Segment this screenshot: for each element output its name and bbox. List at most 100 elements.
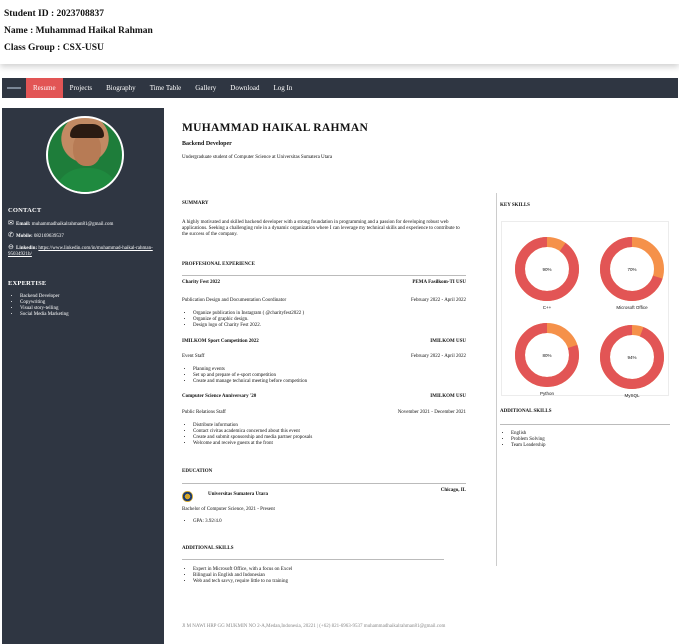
- student-name-value: Muhammad Haikal Rahman: [35, 26, 153, 36]
- student-id-line: Student ID : 2023708837: [4, 6, 675, 23]
- experience-org: IMILKOM USU: [430, 394, 466, 399]
- experience-event: Computer Science Anniversary '20: [182, 394, 257, 399]
- experience-position: Public Relations Staff: [182, 410, 226, 415]
- phone-icon: ✆: [8, 231, 14, 239]
- linkedin-label: Linkedin:: [16, 246, 38, 251]
- donut-percent-label: 70%: [627, 267, 636, 272]
- resume-sidebar: CONTACT ✉ Email: muhammadhaikalrahman81@g…: [2, 108, 164, 644]
- experience-position: Publication Design and Documentation Coo…: [182, 298, 287, 303]
- divider: [500, 424, 670, 425]
- page-footer: Jl M NAWI HRP GG MUKMIN NO 2-A,Medan,Ind…: [182, 624, 446, 629]
- donut-percent-label: 94%: [627, 355, 636, 360]
- student-header-card: Student ID : 2023708837 Name : Muhammad …: [0, 0, 679, 64]
- nav-download[interactable]: Download: [223, 78, 266, 98]
- list-item: Social Media Marketing: [20, 312, 69, 318]
- class-group-line: Class Group : CSX-USU: [4, 40, 675, 57]
- additional-skills-heading: ADDITIONAL SKILLS: [182, 546, 234, 551]
- navbar: Resume Projects Biography Time Table Gal…: [2, 78, 678, 98]
- experience-1-meta: Publication Design and Documentation Coo…: [182, 298, 466, 303]
- experience-period: February 2022 - April 2022: [411, 298, 466, 303]
- summary-text: A highly motivated and skilled backend d…: [182, 220, 460, 237]
- experience-3-tasks: Distribute information Contact civitas a…: [193, 423, 312, 447]
- donut-chart: 80%: [515, 323, 579, 387]
- envelope-icon: ✉: [8, 219, 14, 227]
- list-item: Welcome and receive guests at the front: [193, 441, 312, 447]
- summary-heading: SUMMARY: [182, 201, 209, 206]
- nav-biography[interactable]: Biography: [99, 78, 143, 98]
- nav-resume[interactable]: Resume: [26, 78, 63, 98]
- donut-percent-label: 90%: [542, 267, 551, 272]
- experience-2-header: IMILKOM Sport Competition 2022 IMILKOM U…: [182, 339, 466, 344]
- experience-period: February 2022 - April 2022: [411, 354, 466, 359]
- student-id-label: Student ID :: [4, 9, 57, 19]
- email-label: Email:: [16, 222, 31, 227]
- resume-tagline: Undergraduate student of Computer Scienc…: [182, 155, 333, 160]
- class-group-value: CSX-USU: [62, 43, 104, 53]
- nav-log-in[interactable]: Log In: [266, 78, 299, 98]
- donut-chart: 90%: [515, 237, 579, 301]
- site-logo[interactable]: [2, 78, 26, 98]
- resume-role: Backend Developer: [182, 141, 232, 147]
- list-item: Create and manage technical meeting befo…: [193, 379, 307, 385]
- profile-photo: [46, 116, 124, 194]
- nav-time-table[interactable]: Time Table: [143, 78, 189, 98]
- nav-gallery[interactable]: Gallery: [188, 78, 223, 98]
- experience-3-meta: Public Relations Staff November 2021 - D…: [182, 410, 466, 415]
- right-additional-skills-heading: ADDITIONAL SKILLS: [500, 409, 552, 414]
- list-item: GPA: 3.92/4.0: [193, 519, 222, 525]
- experience-heading: PROFFESIONAL EXPERIENCE: [182, 262, 255, 267]
- mobile-label: Mobile:: [16, 234, 33, 239]
- education-heading: EDUCATION: [182, 469, 213, 474]
- expertise-heading: EXPERTISE: [8, 280, 47, 287]
- education-degree: Bachelor of Computer Science, 2021 - Pre…: [182, 507, 275, 512]
- nav-projects[interactable]: Projects: [63, 78, 100, 98]
- contact-mobile: ✆ Mobile: 082169639537: [8, 232, 160, 240]
- student-name-label: Name :: [4, 26, 36, 36]
- donut-percent-label: 80%: [542, 353, 551, 358]
- skill-label: Microsoft Office: [616, 305, 648, 310]
- class-group-label: Class Group :: [4, 43, 63, 53]
- experience-event: Charity Fest 2022: [182, 280, 221, 285]
- donut-chart: 94%: [600, 325, 664, 389]
- education-location: Chicago, IL: [440, 488, 466, 493]
- email-value: muhammadhaikalrahman81@gmail.com: [31, 222, 114, 227]
- link-icon: ⊖: [8, 243, 14, 251]
- student-name-line: Name : Muhammad Haikal Rahman: [4, 23, 675, 40]
- contact-email: ✉ Email: muhammadhaikalrahman81@gmail.com: [8, 220, 160, 228]
- experience-1-tasks: Organize publication in Instagram ( @cha…: [193, 311, 304, 329]
- key-skills-heading: KEY SKILLS: [500, 203, 530, 208]
- list-item: Design logo of Charity Fest 2022.: [193, 323, 304, 329]
- right-additional-skills-list: English Problem Solving Team Leadership: [511, 431, 546, 449]
- experience-2-tasks: Planning events Set up and prepare of e-…: [193, 367, 307, 385]
- experience-3-header: Computer Science Anniversary '20 IMILKOM…: [182, 394, 466, 399]
- key-skills-panel: KEY SKILLS 90% C++ 70% Microsoft Office …: [496, 193, 670, 566]
- divider: [182, 559, 444, 560]
- student-id-value: 2023708837: [56, 9, 105, 19]
- divider: [182, 483, 466, 484]
- experience-event: IMILKOM Sport Competition 2022: [182, 339, 259, 344]
- contact-heading: CONTACT: [8, 207, 42, 214]
- experience-org: PEMA Fasilkom-TI USU: [412, 280, 466, 285]
- skill-label: Python: [539, 391, 554, 396]
- mobile-value: 082169639537: [33, 234, 64, 239]
- education-header: Universitas Sumatera Utara Chicago, IL: [182, 488, 466, 497]
- education-school: Universitas Sumatera Utara: [208, 492, 268, 497]
- additional-skills-list: Expert in Microsoft Office, with a focus…: [193, 567, 292, 585]
- skill-donut-mysql: 94% MySQL: [597, 322, 667, 398]
- divider: [182, 275, 466, 276]
- experience-position: Event Staff: [182, 354, 205, 359]
- expertise-list: Backend Developer Copywriting Visual sto…: [20, 294, 69, 318]
- experience-period: November 2021 - December 2021: [397, 410, 466, 415]
- key-skills-charts: 90% C++ 70% Microsoft Office 80% Python …: [501, 221, 669, 398]
- list-item: Web and tech savvy, require little to no…: [193, 579, 292, 585]
- skill-donut-python: 80% Python: [512, 320, 582, 396]
- experience-2-meta: Event Staff February 2022 - April 2022: [182, 354, 466, 359]
- skill-donut-microsoft-office: 70% Microsoft Office: [597, 234, 667, 310]
- skill-label: C++: [542, 305, 552, 310]
- resume-name: MUHAMMAD HAIKAL RAHMAN: [182, 122, 369, 134]
- list-item: Team Leadership: [511, 443, 546, 449]
- experience-org: IMILKOM USU: [430, 339, 466, 344]
- experience-1-header: Charity Fest 2022 PEMA Fasilkom-TI USU: [182, 280, 466, 285]
- skill-label: MySQL: [624, 393, 640, 398]
- donut-chart: 70%: [600, 237, 664, 301]
